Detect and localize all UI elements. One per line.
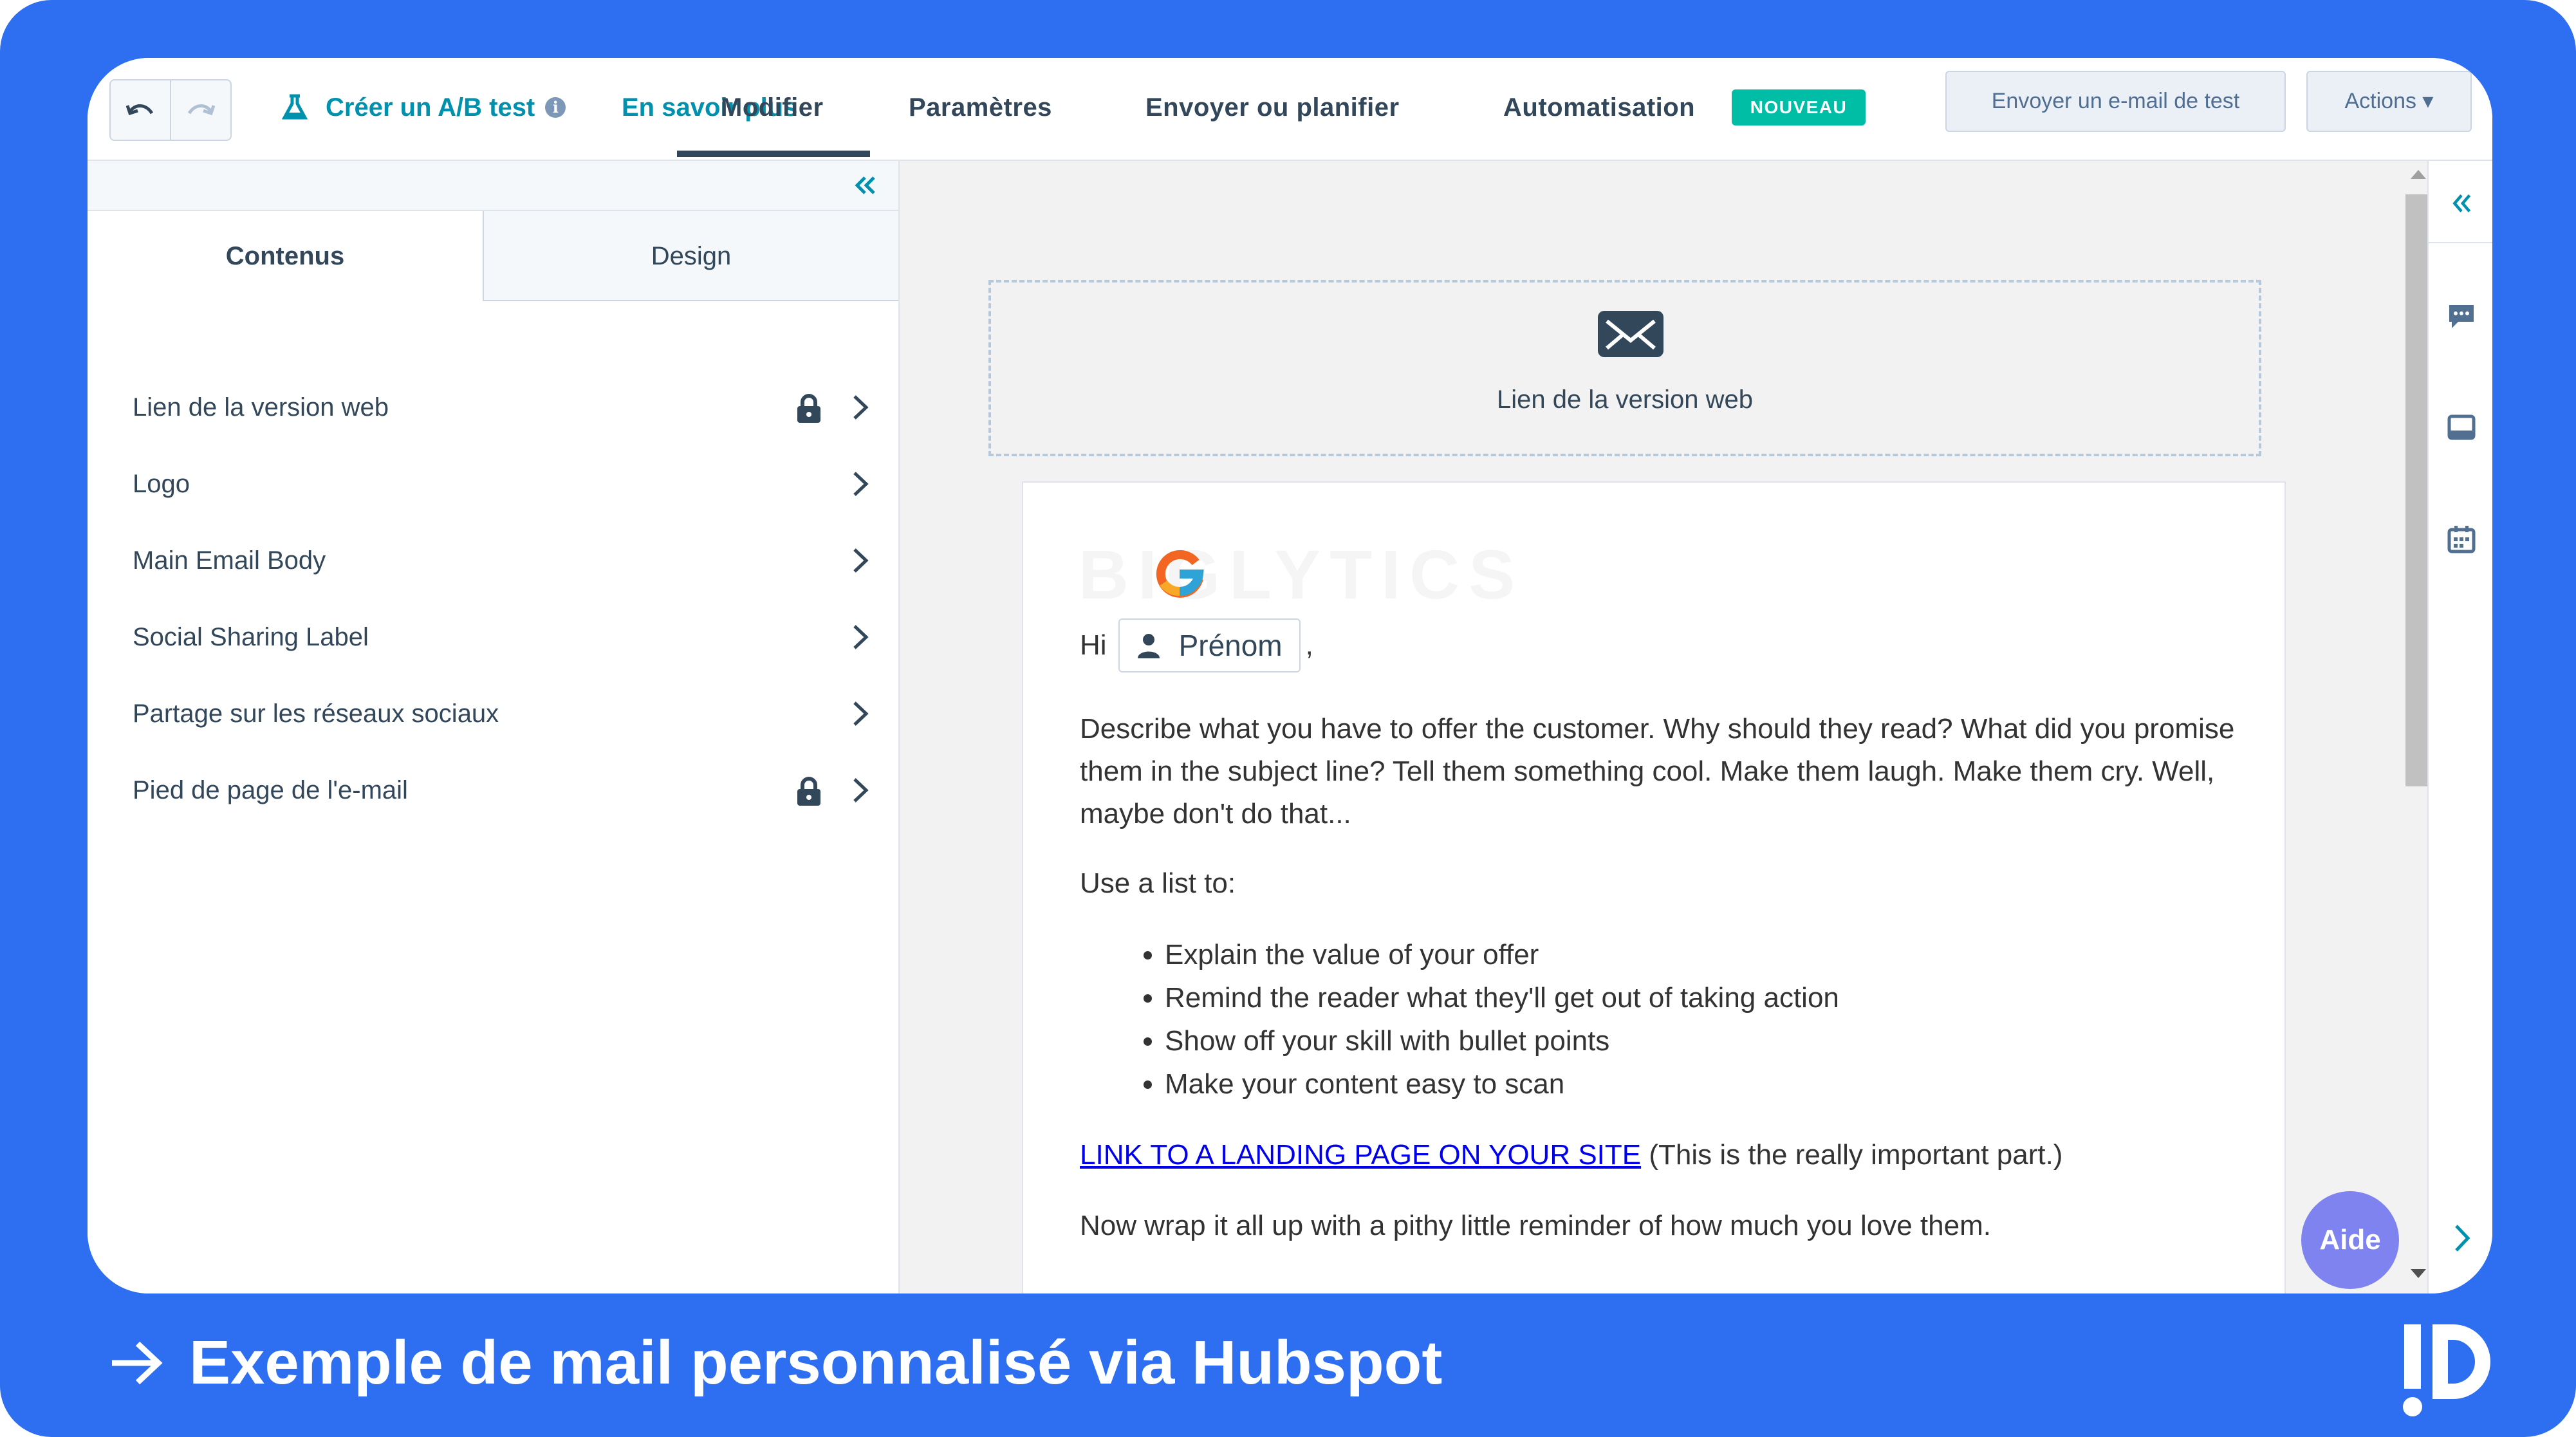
intro-paragraph: Describe what you have to offer the cust…	[1080, 713, 2235, 830]
web-version-label: Lien de la version web	[1496, 385, 1754, 414]
sidebar-item-label: Main Email Body	[133, 546, 326, 575]
web-version-module[interactable]: Lien de la version web	[988, 280, 2261, 456]
sidebar-item-logo[interactable]: Logo	[133, 455, 873, 513]
sidebar-tabs: Contenus Design	[88, 211, 898, 301]
landing-page-link[interactable]: LINK TO A LANDING PAGE ON YOUR SITE	[1080, 1139, 1641, 1171]
right-rail	[2427, 161, 2492, 1293]
sidebar-item-main-email-body[interactable]: Main Email Body	[133, 532, 873, 589]
caption-text: Exemple de mail personnalisé via Hubspot	[189, 1328, 1443, 1397]
logo-icon	[1156, 550, 1204, 598]
personalization-token[interactable]: Prénom	[1118, 618, 1301, 672]
expand-rail-button[interactable]	[2429, 178, 2492, 229]
brand-logo	[2403, 1324, 2490, 1416]
sidebar-item-web-version[interactable]: Lien de la version web	[133, 378, 873, 436]
info-icon[interactable]: i	[545, 97, 566, 118]
chevron-right-icon	[853, 395, 869, 420]
chevron-right-icon	[853, 548, 869, 573]
chevron-right-icon	[853, 778, 869, 802]
sidebar-item-email-footer[interactable]: Pied de page de l'e-mail	[133, 761, 873, 819]
sidebar-item-label: Pied de page de l'e-mail	[133, 776, 408, 804]
flask-icon	[281, 94, 308, 120]
sidebar-item-social-sharing-label[interactable]: Social Sharing Label	[133, 608, 873, 666]
sidebar-item-label: Logo	[133, 470, 190, 498]
lock-icon	[797, 777, 820, 806]
slide-frame: Créer un A/B test i En savoir plus Modif…	[0, 0, 2576, 1437]
greeting-row: Hi Prénom ,	[1080, 618, 1313, 673]
scroll-up-arrow[interactable]	[2411, 170, 2426, 179]
token-label: Prénom	[1178, 629, 1283, 662]
chevron-right-icon	[853, 472, 869, 496]
envelope-icon	[1598, 311, 1663, 357]
send-test-email-button[interactable]: Envoyer un e-mail de test	[1945, 71, 2286, 132]
help-button[interactable]: Aide	[2301, 1191, 2399, 1289]
tab-envoyer-ou-planifier[interactable]: Envoyer ou planifier	[1145, 85, 1400, 130]
list-item: Explain the value of your offer	[1165, 933, 1839, 976]
list-item: Remind the reader what they'll get out o…	[1165, 976, 1839, 1019]
sidebar-collapse-row	[88, 161, 898, 211]
list-item: Make your content easy to scan	[1165, 1062, 1839, 1106]
sidebar-item-label: Social Sharing Label	[133, 623, 369, 651]
tab-parametres[interactable]: Paramètres	[909, 85, 1052, 130]
chevron-right-icon	[2454, 1225, 2470, 1252]
undo-redo-group	[109, 79, 232, 141]
rail-divider	[2429, 242, 2492, 243]
schedule-button[interactable]	[2429, 514, 2492, 565]
comment-icon	[2449, 305, 2474, 328]
tab-automatisation[interactable]: Automatisation	[1503, 85, 1695, 130]
tab-contenus[interactable]: Contenus	[88, 211, 483, 301]
canvas-scrollbar[interactable]	[2398, 161, 2431, 1293]
tab-modifier[interactable]: Modifier	[721, 85, 824, 130]
link-suffix: (This is the really important part.)	[1649, 1139, 2063, 1171]
bullet-list: Explain the value of your offer Remind t…	[1139, 933, 1839, 1106]
list-item: Show off your skill with bullet points	[1165, 1019, 1839, 1062]
calendar-icon	[2447, 526, 2475, 553]
person-icon	[1137, 634, 1160, 658]
email-body-card[interactable]: BIGLYTICS Hi Prénom , Describe what you …	[1022, 481, 2286, 1293]
closing-paragraph: Now wrap it all up with a pithy little r…	[1080, 1210, 1991, 1241]
undo-button[interactable]	[111, 80, 170, 140]
active-tab-indicator	[677, 151, 870, 157]
arrow-right-icon	[112, 1341, 163, 1385]
double-chevron-left-icon[interactable]	[847, 167, 883, 203]
actions-dropdown-button[interactable]: Actions ▾	[2306, 71, 2472, 132]
comments-button[interactable]	[2429, 291, 2492, 342]
redo-icon	[187, 104, 215, 116]
chevron-right-icon	[853, 625, 869, 649]
scroll-down-arrow[interactable]	[2411, 1269, 2426, 1278]
editor-topbar: Créer un A/B test i En savoir plus Modif…	[88, 58, 2492, 161]
redo-button[interactable]	[170, 80, 230, 140]
chevron-right-icon	[853, 701, 869, 726]
next-panel-button[interactable]	[2429, 1212, 2492, 1264]
slide-caption: Exemple de mail personnalisé via Hubspot	[108, 1324, 1442, 1402]
create-ab-test-button[interactable]: Créer un A/B test i	[281, 85, 566, 130]
hubspot-editor-window: Créer un A/B test i En savoir plus Modif…	[88, 58, 2492, 1293]
double-chevron-left-icon	[2452, 194, 2470, 212]
logo-watermark: BIGLYTICS	[1079, 535, 1524, 613]
sidebar-item-label: Lien de la version web	[133, 393, 389, 422]
new-badge: NOUVEAU	[1732, 89, 1866, 125]
inbox-icon	[2447, 414, 2475, 440]
lock-icon	[797, 394, 820, 423]
list-intro: Use a list to:	[1080, 867, 1236, 899]
sidebar-item-social-sharing[interactable]: Partage sur les réseaux sociaux	[133, 685, 873, 743]
preview-inbox-button[interactable]	[2429, 402, 2492, 453]
tab-design[interactable]: Design	[483, 211, 898, 301]
greeting-text: Hi	[1080, 629, 1107, 661]
content-sidebar: Contenus Design Lien de la version web L…	[88, 161, 900, 1293]
cta-paragraph: LINK TO A LANDING PAGE ON YOUR SITE (Thi…	[1080, 1134, 2238, 1176]
greeting-suffix: ,	[1305, 629, 1313, 661]
ab-test-label: Créer un A/B test	[326, 93, 535, 122]
sidebar-item-label: Partage sur les réseaux sociaux	[133, 700, 499, 728]
undo-icon	[126, 104, 154, 116]
